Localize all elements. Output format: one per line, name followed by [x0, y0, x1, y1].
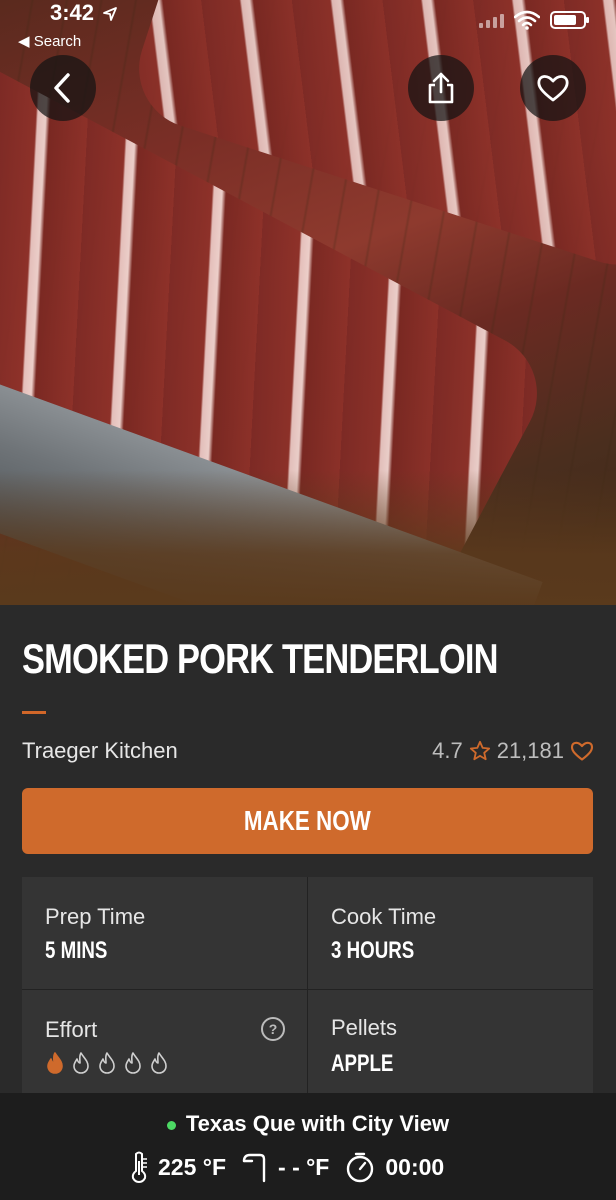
probe-reading: - - °F [242, 1151, 329, 1183]
wood-board-shade [0, 470, 616, 605]
cook-time-cell: Cook Time 3 HOURS [308, 877, 593, 989]
heart-outline-icon [537, 75, 569, 102]
probe-temperature: - - °F [278, 1153, 330, 1180]
stopwatch-icon [347, 1152, 374, 1183]
back-to-app-label: Search [33, 33, 82, 50]
recipe-details: SMOKED PORK TENDERLOIN Traeger Kitchen 4… [0, 605, 616, 1107]
grill-status-bar[interactable]: Texas Que with City View 225 °F - - °F 0… [0, 1093, 616, 1200]
flame-filled-icon [47, 1052, 63, 1074]
probe-icon [242, 1153, 266, 1183]
flame-outline-icon [125, 1052, 141, 1074]
heart-count-icon[interactable] [570, 740, 594, 762]
status-icons [479, 10, 589, 30]
effort-help-icon[interactable]: ? [261, 1017, 285, 1041]
back-to-search-link[interactable]: ◀ Search [18, 32, 81, 50]
grill-temperature: 225 °F [158, 1153, 227, 1180]
recipe-author[interactable]: Traeger Kitchen [22, 738, 178, 764]
recipe-title: SMOKED PORK TENDERLOIN [22, 635, 498, 682]
connected-dot-icon [166, 1120, 176, 1130]
wifi-icon [514, 10, 540, 30]
effort-label: Effort [45, 1017, 98, 1042]
location-arrow-icon [103, 7, 118, 22]
grill-readings: 225 °F - - °F 00:00 [130, 1151, 444, 1183]
recipe-info-grid: Prep Time 5 MINS Cook Time 3 HOURS Effor… [22, 877, 593, 1107]
share-button[interactable] [408, 55, 474, 121]
status-time: 3:42 [50, 0, 118, 26]
cellular-signal-icon [479, 12, 504, 28]
cook-time-label: Cook Time [331, 904, 437, 929]
pellets-value: APPLE [331, 1050, 394, 1077]
make-now-button[interactable]: MAKE NOW [22, 788, 593, 854]
favorite-button[interactable] [520, 55, 586, 121]
pellets-label: Pellets [331, 1015, 398, 1040]
back-triangle-icon: ◀ [18, 33, 30, 50]
flame-outline-icon [99, 1052, 115, 1074]
chevron-left-icon [54, 73, 70, 103]
grill-temperature-reading: 225 °F [130, 1151, 226, 1183]
status-time-text: 3:42 [50, 0, 95, 25]
timer-value: 00:00 [385, 1153, 445, 1180]
favorites-count: 21,181 [496, 738, 564, 763]
share-icon [428, 72, 454, 104]
prep-time-label: Prep Time [45, 904, 146, 929]
flame-outline-icon [151, 1052, 167, 1074]
effort-cell: Effort ? [22, 990, 307, 1102]
back-button[interactable] [30, 55, 96, 121]
rating-summary: 4.7 21,181 [432, 738, 594, 764]
flame-outline-icon [73, 1052, 89, 1074]
make-now-label: MAKE NOW [244, 805, 371, 836]
prep-time-value: 5 MINS [45, 937, 108, 964]
prep-time-cell: Prep Time 5 MINS [22, 877, 307, 989]
status-bar: 3:42 ◀ Search [0, 0, 616, 50]
timer-reading: 00:00 [345, 1151, 444, 1183]
thermometer-icon [131, 1151, 147, 1183]
title-accent-divider [22, 711, 46, 714]
battery-icon [550, 11, 589, 29]
cook-time-value: 3 HOURS [331, 937, 415, 964]
rating-value: 4.7 [432, 738, 463, 763]
star-outline-icon [469, 740, 490, 761]
grill-name: Texas Que with City View [185, 1111, 450, 1136]
pellets-cell: Pellets APPLE [308, 990, 593, 1102]
effort-flames [45, 1052, 169, 1074]
grill-connection: Texas Que with City View [0, 1111, 616, 1137]
